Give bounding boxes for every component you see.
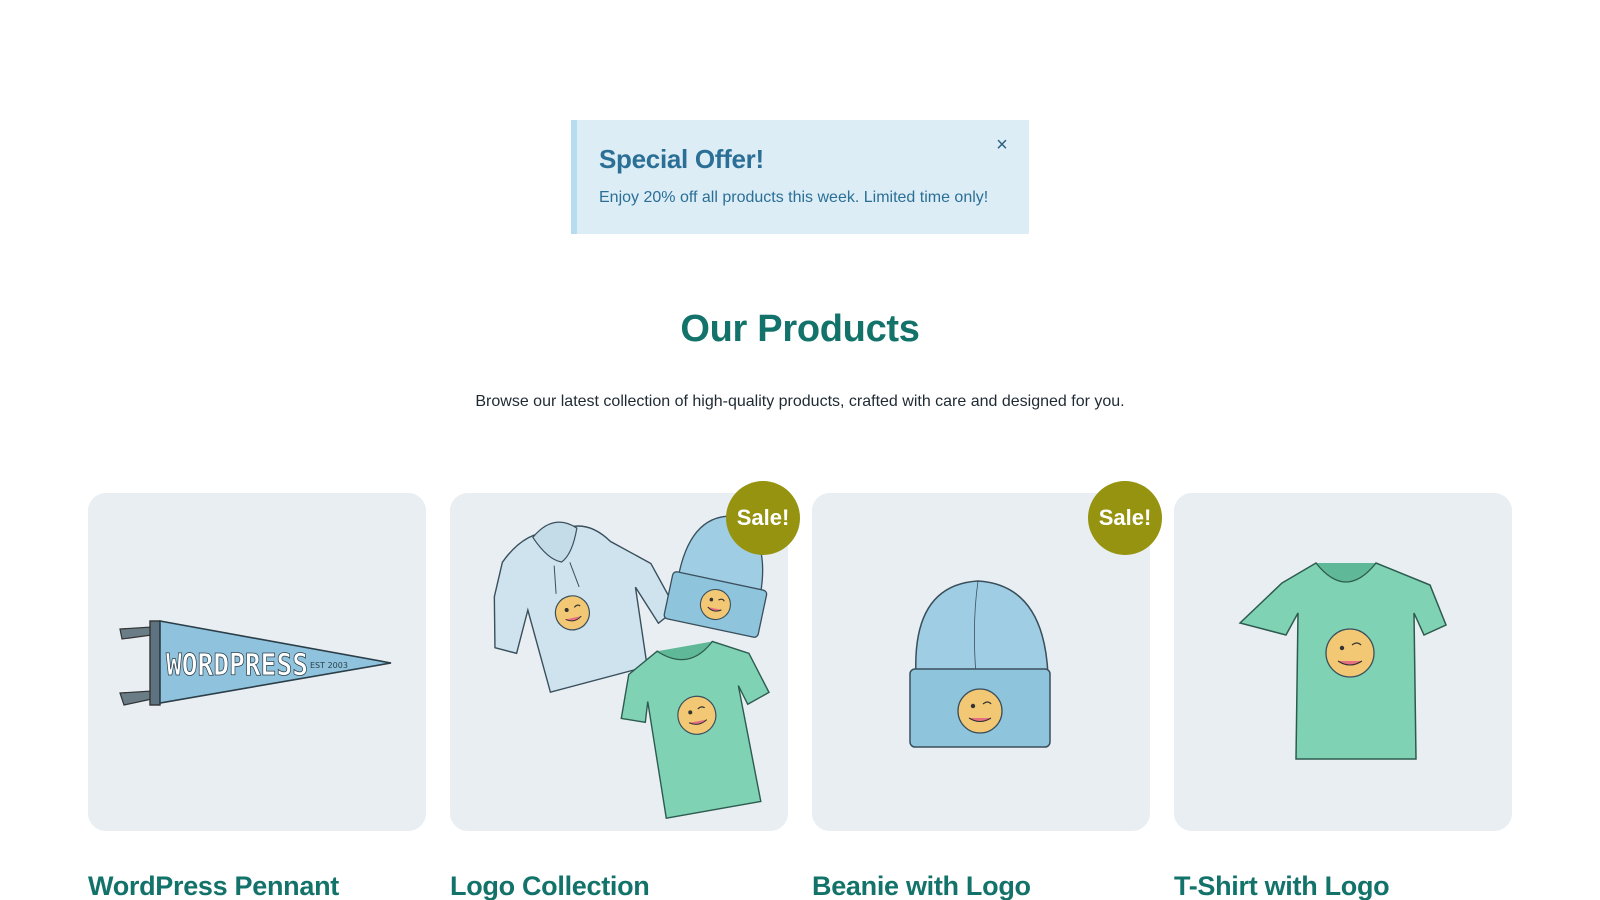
- product-card[interactable]: Sale! Beanie with Logo: [812, 481, 1162, 900]
- notice-text: Enjoy 20% off all products this week. Li…: [599, 189, 989, 206]
- product-title[interactable]: T-Shirt with Logo: [1174, 871, 1512, 900]
- product-card[interactable]: WORDPRESS EST 2003 WordPress Pennant: [88, 493, 426, 900]
- product-title[interactable]: Beanie with Logo: [812, 871, 1150, 900]
- product-image-beanie[interactable]: Sale!: [812, 481, 1162, 831]
- pennant-text: WORDPRESS: [166, 648, 308, 683]
- sale-badge: Sale!: [726, 481, 800, 555]
- product-card[interactable]: T-Shirt with Logo: [1174, 493, 1512, 900]
- section-subtitle: Browse our latest collection of high-qua…: [475, 393, 1125, 410]
- product-title[interactable]: Logo Collection: [450, 871, 788, 900]
- pennant-image: WORDPRESS EST 2003: [88, 493, 426, 831]
- pennant-small-text: EST 2003: [310, 661, 348, 670]
- notice-title: Special Offer!: [599, 144, 764, 174]
- product-image-pennant[interactable]: WORDPRESS EST 2003: [88, 493, 426, 831]
- sale-badge: Sale!: [1088, 481, 1162, 555]
- close-icon[interactable]: ×: [993, 135, 1011, 155]
- tshirt-image: [1174, 493, 1512, 831]
- product-image-tshirt[interactable]: [1174, 493, 1512, 831]
- section-title: Our Products: [680, 308, 920, 350]
- product-card[interactable]: Sale! Logo Collection: [450, 481, 800, 900]
- page: Special Offer! Enjoy 20% off all product…: [0, 0, 1600, 900]
- product-image-logo-collection[interactable]: Sale!: [450, 481, 800, 831]
- product-title[interactable]: WordPress Pennant: [88, 871, 426, 900]
- special-offer-notice: Special Offer! Enjoy 20% off all product…: [571, 120, 1029, 234]
- product-grid: WORDPRESS EST 2003 WordPress Pennant Sal…: [88, 481, 1512, 900]
